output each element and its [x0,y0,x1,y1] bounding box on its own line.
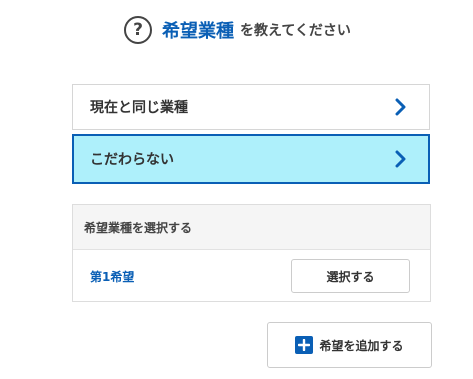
plus-icon [295,336,314,354]
option-no-preference[interactable]: こだわらない [72,134,430,184]
add-preference-label: 希望を追加する [319,338,404,353]
option-same-industry[interactable]: 現在と同じ業種 [72,84,430,130]
industry-choice-panel: 希望業種を選択する 第1希望 選択する [72,204,431,302]
question-circle-icon: ? [124,16,153,44]
page-header: ? 希望業種 を教えてください [0,12,473,48]
panel-heading: 希望業種を選択する [73,205,430,250]
chevron-right-icon [395,150,406,168]
option-label: 現在と同じ業種 [90,100,188,116]
option-label: こだわらない [90,152,174,168]
add-preference-button[interactable]: 希望を追加する [267,322,432,368]
title-accent: 希望業種 [162,21,235,42]
chevron-right-icon [395,98,406,116]
choice-rank-label: 第1希望 [90,269,135,284]
choice-row: 第1希望 選択する [73,250,430,302]
select-button[interactable]: 選択する [291,259,410,293]
title-rest: を教えてください [240,23,351,39]
